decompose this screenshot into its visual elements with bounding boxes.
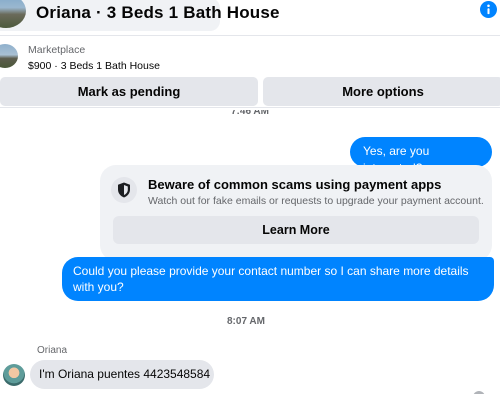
conversation-title: Oriana · 3 Beds 1 Bath House — [36, 3, 280, 22]
scam-warning-subtitle: Watch out for fake emails or requests to… — [148, 195, 484, 207]
more-options-button[interactable]: More options — [263, 77, 500, 106]
message-thread: 7:46 AM Yes, are you interested? Beware … — [0, 107, 500, 394]
learn-more-button[interactable]: Learn More — [113, 216, 479, 244]
scam-warning-card: Beware of common scams using payment app… — [100, 165, 492, 261]
conversation-title-pill[interactable]: Oriana · 3 Beds 1 Bath House — [0, 0, 279, 31]
marketplace-label: Marketplace — [28, 44, 86, 56]
avatar[interactable] — [3, 364, 25, 386]
shield-icon-container — [111, 177, 137, 203]
outgoing-message[interactable]: Could you please provide your contact nu… — [62, 257, 494, 301]
listing-price-title[interactable]: $900 · 3 Beds 1 Bath House — [28, 60, 160, 72]
timestamp: 7:46 AM — [231, 110, 269, 117]
scam-warning-title: Beware of common scams using payment app… — [148, 177, 442, 192]
conversation-header: Oriana · 3 Beds 1 Bath House — [0, 0, 500, 34]
messenger-window: Oriana · 3 Beds 1 Bath House Marketplace… — [0, 0, 500, 394]
timestamp: 8:07 AM — [227, 316, 265, 327]
outgoing-message[interactable]: Yes, are you interested? — [350, 137, 492, 175]
marketplace-listing-bar: Marketplace $900 · 3 Beds 1 Bath House M… — [0, 35, 500, 107]
mark-as-pending-button[interactable]: Mark as pending — [0, 77, 258, 106]
listing-thumbnail-small[interactable] — [0, 44, 18, 68]
info-icon[interactable] — [480, 1, 497, 18]
incoming-message[interactable]: I'm Oriana puentes 4423548584 — [30, 360, 214, 389]
listing-thumbnail — [0, 0, 26, 28]
shield-icon — [118, 182, 130, 198]
sender-name: Oriana — [37, 345, 68, 356]
